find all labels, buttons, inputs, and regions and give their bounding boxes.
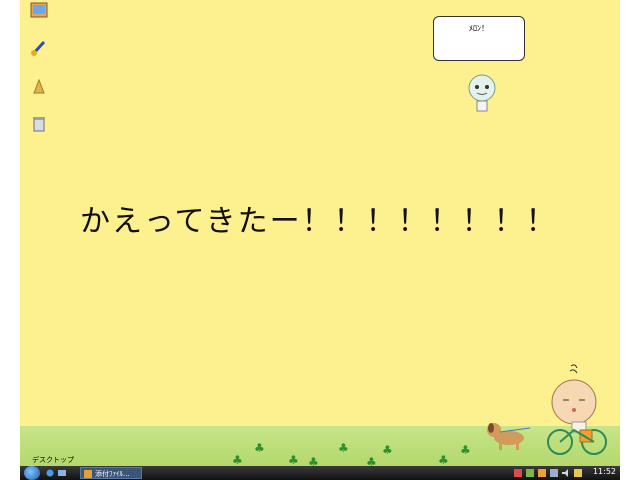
recycle-bin-icon[interactable]	[30, 115, 48, 133]
mascot-character[interactable]	[464, 70, 500, 116]
tray-app-icon[interactable]	[538, 469, 546, 477]
show-desktop-icon[interactable]	[58, 469, 66, 477]
clover-icon: ♣	[232, 453, 243, 466]
clover-icon: ♣	[288, 453, 299, 466]
window-icon	[84, 470, 92, 478]
speech-bubble: ﾒﾛﾝ！	[433, 16, 525, 61]
volume-icon[interactable]	[562, 469, 570, 477]
start-button[interactable]	[24, 466, 40, 480]
bubble-text: ﾒﾛﾝ！	[469, 24, 489, 33]
main-message: かえってきたー！！！！！！！！	[80, 204, 558, 239]
desktop-label: デスクトップ	[32, 456, 74, 464]
ie-icon[interactable]	[46, 469, 54, 477]
desktop: かえってきたー！！！！！！！！ ﾒﾛﾝ！ ♣ ♣ ♣ ♣ ♣ ♣ ♣ ♣ ♣ デ…	[20, 0, 620, 466]
taskbar-clock[interactable]: 11:52	[593, 467, 616, 476]
clover-icon: ♣	[382, 443, 393, 457]
tray-app-icon[interactable]	[514, 469, 522, 477]
taskbar-window-label: 添付ﾌｧｲﾙ...	[95, 470, 130, 478]
clover-icon: ♣	[366, 455, 377, 466]
paint-icon[interactable]	[30, 39, 48, 57]
tray-app-icon[interactable]	[526, 469, 534, 477]
clover-icon: ♣	[460, 443, 471, 457]
grass-strip	[20, 426, 620, 466]
folder-icon[interactable]	[30, 77, 48, 95]
dog-illustration	[487, 423, 530, 450]
picture-icon[interactable]	[30, 2, 48, 20]
taskbar: 添付ﾌｧｲﾙ... 11:52	[20, 466, 620, 480]
taskbar-window-button[interactable]: 添付ﾌｧｲﾙ...	[80, 467, 142, 479]
clover-icon: ♣	[438, 453, 449, 466]
clover-icon: ♣	[338, 441, 349, 455]
tray-app-icon[interactable]	[574, 469, 582, 477]
network-icon[interactable]	[550, 469, 558, 477]
boy-on-bicycle-illustration	[547, 364, 607, 455]
clover-icon: ♣	[254, 441, 265, 455]
clover-icon: ♣	[308, 455, 319, 466]
